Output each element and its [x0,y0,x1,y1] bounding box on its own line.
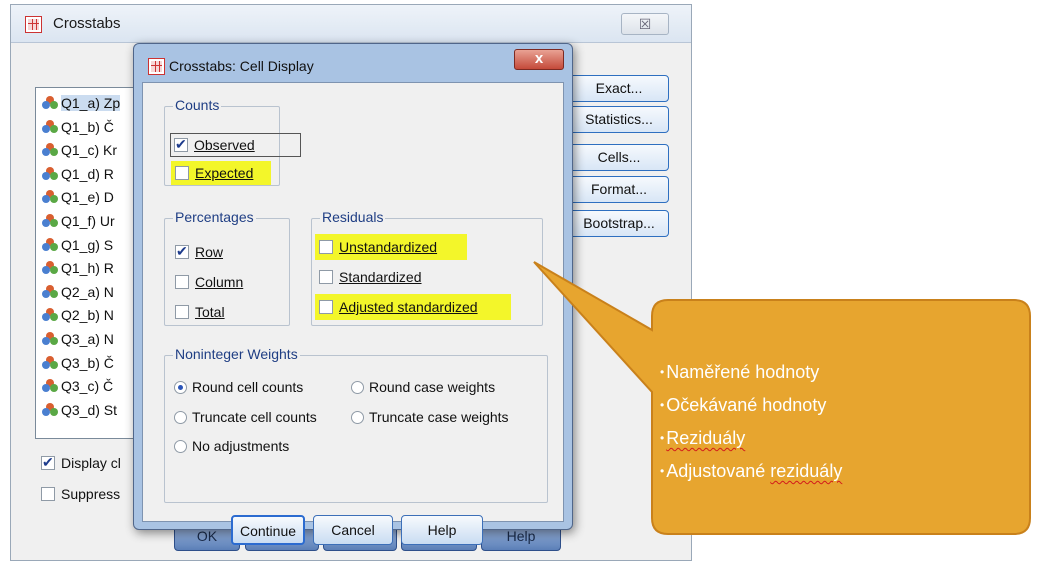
callout-item-residuals: Reziduály [666,428,746,448]
callout-item-expected: Očekávané hodnoty [666,395,827,415]
callout-bubble [533,261,1031,535]
callout-list: • Naměřené hodnoty • Očekávané hodnoty • Re… [660,356,842,488]
callout-item-adjusted: Adjustované reziduály [666,461,842,481]
callout-item: • Adjustované reziduály [660,461,843,481]
callout-residuals-word: reziduály [770,461,843,481]
callout-item: • Reziduály [660,428,746,448]
callout-item: • Očekávané hodnoty [660,395,827,415]
callout-item-observed: Naměřené hodnoty [666,362,820,382]
callout-item: • Naměřené hodnoty [660,362,820,382]
callout-adjusted-word: Adjustované [666,461,771,481]
